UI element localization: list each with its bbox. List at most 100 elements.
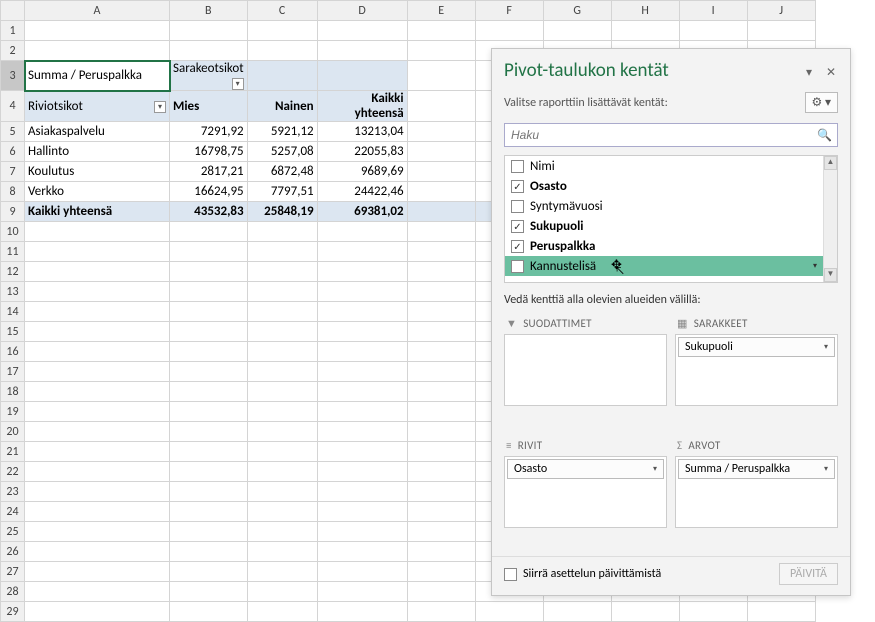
row-header[interactable]: 5 (1, 122, 25, 142)
col-header-E[interactable]: E (407, 1, 475, 21)
select-all-corner[interactable] (1, 1, 25, 21)
col-header-F[interactable]: F (475, 1, 543, 21)
col-header-G[interactable]: G (543, 1, 611, 21)
scroll-up-icon[interactable]: ▲ (824, 156, 837, 170)
field-row[interactable]: ✓Peruspalkka (505, 236, 823, 256)
pivot-col-label[interactable]: Mies (170, 91, 248, 122)
row-header[interactable]: 4 (1, 91, 25, 122)
tools-button[interactable]: ⚙ ▾ (805, 92, 839, 113)
area-item[interactable]: Summa / Peruspalkka▾ (678, 459, 835, 479)
area-item[interactable]: Osasto▾ (507, 459, 664, 479)
pivot-corner-cell[interactable]: Summa / Peruspalkka (25, 61, 170, 91)
dropdown-icon[interactable]: ▾ (824, 464, 828, 474)
pivot-cell[interactable]: 16798,75 (170, 142, 248, 162)
pivot-total-cell[interactable]: 25848,19 (247, 202, 317, 222)
pivot-col-label[interactable]: Nainen (247, 91, 317, 122)
pivot-cell[interactable]: 5921,12 (247, 122, 317, 142)
row-header[interactable]: 15 (1, 322, 25, 342)
dropdown-icon[interactable]: ▾ (154, 101, 166, 113)
pivot-total-cell[interactable]: 43532,83 (170, 202, 248, 222)
row-header[interactable]: 6 (1, 142, 25, 162)
pivot-cell[interactable]: 7797,51 (247, 182, 317, 202)
row-header[interactable]: 29 (1, 602, 25, 622)
defer-checkbox[interactable] (504, 568, 517, 581)
rows-area[interactable]: ≡RIVIT Osasto▾ (504, 435, 667, 549)
pivot-col-label[interactable]: Kaikki yhteensä (317, 91, 407, 122)
col-header-J[interactable]: J (747, 1, 815, 21)
row-header[interactable]: 21 (1, 442, 25, 462)
pivot-cell[interactable]: 6872,48 (247, 162, 317, 182)
field-row[interactable]: ✓Osasto (505, 176, 823, 196)
pivot-cell[interactable]: 16624,95 (170, 182, 248, 202)
row-header[interactable]: 19 (1, 402, 25, 422)
checkbox[interactable]: ✓ (511, 240, 524, 253)
dropdown-icon[interactable]: ▾ (653, 464, 657, 474)
checkbox[interactable] (511, 160, 524, 173)
row-header[interactable]: 7 (1, 162, 25, 182)
dropdown-icon[interactable]: ▾ (824, 342, 828, 352)
row-header[interactable]: 18 (1, 382, 25, 402)
pivot-row-label[interactable]: Asiakaspalvelu (25, 122, 170, 142)
pivot-cell[interactable]: 22055,83 (317, 142, 407, 162)
row-header[interactable]: 8 (1, 182, 25, 202)
pivot-cell[interactable]: 9689,69 (317, 162, 407, 182)
scroll-down-icon[interactable]: ▼ (824, 268, 837, 282)
row-header[interactable]: 25 (1, 522, 25, 542)
row-header[interactable]: 11 (1, 242, 25, 262)
row-header[interactable]: 28 (1, 582, 25, 602)
pivot-row-label[interactable]: Koulutus (25, 162, 170, 182)
pivot-col-header-label[interactable]: Sarakeotsikot▾ (170, 61, 248, 91)
row-header[interactable]: 24 (1, 502, 25, 522)
checkbox[interactable] (511, 260, 524, 273)
scrollbar[interactable]: ▲ ▼ (823, 156, 837, 282)
row-header[interactable]: 1 (1, 21, 25, 41)
field-row[interactable]: ✓Sukupuoli (505, 216, 823, 236)
pane-dropdown-icon[interactable]: ▾ (806, 65, 818, 77)
update-button[interactable]: PÄIVITÄ (779, 563, 838, 585)
col-header-A[interactable]: A (25, 1, 170, 21)
pivot-cell[interactable]: 13213,04 (317, 122, 407, 142)
close-icon[interactable]: ✕ (826, 65, 838, 77)
values-area[interactable]: ΣARVOT Summa / Peruspalkka▾ (675, 435, 838, 549)
dropdown-icon[interactable]: ▾ (232, 78, 244, 90)
row-header[interactable]: 20 (1, 422, 25, 442)
row-header[interactable]: 2 (1, 41, 25, 61)
dropdown-icon[interactable]: ▾ (813, 261, 817, 271)
pivot-row-label[interactable]: Hallinto (25, 142, 170, 162)
pivot-total-label[interactable]: Kaikki yhteensä (25, 202, 170, 222)
checkbox[interactable]: ✓ (511, 220, 524, 233)
field-row[interactable]: Syntymävuosi (505, 196, 823, 216)
row-header[interactable]: 27 (1, 562, 25, 582)
search-input[interactable] (504, 123, 838, 147)
pivot-cell[interactable]: 7291,92 (170, 122, 248, 142)
row-header[interactable]: 3 (1, 61, 25, 91)
row-header[interactable]: 26 (1, 542, 25, 562)
columns-area[interactable]: ▦SARAKKEET Sukupuoli▾ (675, 313, 838, 427)
col-header-I[interactable]: I (679, 1, 747, 21)
field-row[interactable]: Kannustelisä▾ (505, 256, 823, 276)
checkbox[interactable] (511, 200, 524, 213)
pivot-row-header-label[interactable]: Riviotsikot▾ (25, 91, 170, 122)
pivot-total-cell[interactable]: 69381,02 (317, 202, 407, 222)
checkbox[interactable]: ✓ (511, 180, 524, 193)
pivot-row-label[interactable]: Verkko (25, 182, 170, 202)
row-header[interactable]: 13 (1, 282, 25, 302)
row-header[interactable]: 16 (1, 342, 25, 362)
area-item[interactable]: Sukupuoli▾ (678, 337, 835, 357)
pivot-cell[interactable]: 2817,21 (170, 162, 248, 182)
field-row[interactable]: Nimi (505, 156, 823, 176)
row-header[interactable]: 22 (1, 462, 25, 482)
row-header[interactable]: 23 (1, 482, 25, 502)
row-header[interactable]: 10 (1, 222, 25, 242)
pivot-cell[interactable]: 24422,46 (317, 182, 407, 202)
col-header-D[interactable]: D (317, 1, 407, 21)
row-header[interactable]: 12 (1, 262, 25, 282)
col-header-C[interactable]: C (247, 1, 317, 21)
col-header-B[interactable]: B (170, 1, 248, 21)
row-header[interactable]: 14 (1, 302, 25, 322)
row-header[interactable]: 17 (1, 362, 25, 382)
row-header[interactable]: 9 (1, 202, 25, 222)
pivot-cell[interactable]: 5257,08 (247, 142, 317, 162)
col-header-H[interactable]: H (611, 1, 679, 21)
search-icon[interactable]: 🔍 (817, 128, 832, 143)
